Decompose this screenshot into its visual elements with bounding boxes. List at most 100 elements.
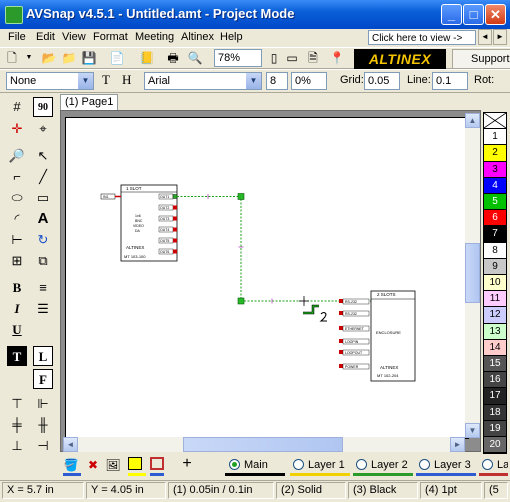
text-tool-icon[interactable]: A xyxy=(33,209,53,229)
menu-file[interactable]: File xyxy=(8,31,26,43)
device-mt103-100[interactable]: 1 SLOT IN1 1x6 BNC VIDEO DA ALTINEX MT 1… xyxy=(100,184,178,262)
scroll-left-icon[interactable]: ◄ xyxy=(63,437,78,452)
new-page-icon[interactable]: 📄 xyxy=(108,49,126,67)
layer1-radio[interactable]: Layer 1 xyxy=(293,459,345,471)
color-swatch[interactable] xyxy=(483,112,507,130)
color-swatch[interactable]: 13 xyxy=(484,323,506,340)
vertical-scrollbar[interactable]: ▲ ▼ xyxy=(465,113,480,438)
color-swatch[interactable]: 17 xyxy=(484,388,506,405)
device2-port-connector-4[interactable] xyxy=(339,339,343,343)
align-right-icon[interactable]: ⊣ xyxy=(33,436,53,456)
label-box-icon[interactable]: L xyxy=(33,346,53,366)
pin-icon[interactable]: 📍 xyxy=(328,49,346,67)
device2-port-connector-5[interactable] xyxy=(339,350,343,354)
align-center-icon[interactable]: ≡ xyxy=(33,278,53,298)
drawing-canvas[interactable]: 1 SLOT IN1 1x6 BNC VIDEO DA ALTINEX MT 1… xyxy=(60,110,481,452)
scroll-right-icon[interactable]: ► xyxy=(450,437,465,452)
color-swatch[interactable]: 5 xyxy=(484,194,506,211)
bold-icon[interactable]: B xyxy=(7,278,27,298)
device2-port-connector-6[interactable] xyxy=(339,364,343,368)
library-icon[interactable]: 📒 xyxy=(138,49,156,67)
horizontal-scrollbar[interactable]: ◄ ► xyxy=(63,437,465,452)
snap-point-icon[interactable]: ✛ xyxy=(7,119,27,139)
color-swatch[interactable]: 2 xyxy=(484,145,506,162)
color-swatch[interactable]: 8 xyxy=(484,242,506,259)
device1-output-connector-6[interactable] xyxy=(173,249,177,254)
text-tool-t[interactable]: T xyxy=(102,72,110,88)
color-swatch[interactable]: 10 xyxy=(484,275,506,292)
vertical-scroll-thumb[interactable] xyxy=(465,243,480,303)
fit-page-icon[interactable]: ▯ xyxy=(265,49,283,67)
rotate-90-icon[interactable]: 90 xyxy=(33,97,53,117)
align-justify-icon[interactable]: ☰ xyxy=(33,299,53,319)
view-link[interactable]: Click here to view -> xyxy=(368,30,476,45)
table-tool-icon[interactable]: ⊞ xyxy=(7,251,27,271)
minimize-button[interactable]: _ xyxy=(441,4,462,25)
paint-bucket-icon[interactable]: 🪣 xyxy=(62,456,80,474)
link-next-button[interactable]: ► xyxy=(493,29,507,45)
horizontal-scroll-thumb[interactable] xyxy=(183,437,343,452)
print-icon[interactable]: 🖶 xyxy=(164,49,182,67)
color-swatch[interactable]: 18 xyxy=(484,404,506,421)
select-arrow-icon[interactable]: ↖ xyxy=(33,146,53,166)
device1-output-connector-2[interactable] xyxy=(173,205,177,210)
menu-meeting[interactable]: Meeting xyxy=(135,31,174,43)
color-swatch[interactable]: 15 xyxy=(484,356,506,373)
menu-format[interactable]: Format xyxy=(93,31,128,43)
tab-page1[interactable]: (1) Page1 xyxy=(60,94,118,110)
font-select[interactable]: Arial ▼ xyxy=(144,72,262,90)
connection-path[interactable] xyxy=(177,196,371,302)
rotate-tool-icon[interactable]: ↻ xyxy=(33,230,53,250)
scroll-down-icon[interactable]: ▼ xyxy=(465,423,480,438)
color-swatch[interactable]: 1 xyxy=(484,129,506,146)
text-box-dark-icon[interactable]: T xyxy=(7,346,27,366)
fill-color-icon[interactable] xyxy=(128,457,142,470)
device1-output-connector-3[interactable] xyxy=(173,216,177,221)
support-button[interactable]: Support xyxy=(452,49,510,69)
layer-main-radio[interactable]: Main xyxy=(229,459,268,471)
layer4-radio[interactable]: La xyxy=(482,459,508,471)
print-preview-icon[interactable]: 🔍 xyxy=(186,49,204,67)
device2-port-connector-3[interactable] xyxy=(339,326,343,330)
device2-port-connector-1[interactable] xyxy=(339,299,343,303)
color-swatch[interactable]: 4 xyxy=(484,177,506,194)
color-swatch[interactable]: 16 xyxy=(484,372,506,389)
save-icon[interactable]: 💾 xyxy=(80,49,98,67)
color-swatch[interactable]: 7 xyxy=(484,226,506,243)
connection-node-1[interactable] xyxy=(237,193,245,200)
close-button[interactable]: ✕ xyxy=(485,4,506,25)
ellipse-tool-icon[interactable]: ⬭ xyxy=(7,188,27,208)
color-swatch[interactable]: 9 xyxy=(484,258,506,275)
connect-tool-icon[interactable]: ⌐ xyxy=(7,167,27,187)
connection-line[interactable] xyxy=(177,193,371,305)
layer2-radio[interactable]: Layer 2 xyxy=(356,459,408,471)
open-recent-icon[interactable]: 📁 xyxy=(60,49,78,67)
line-field[interactable]: 0.1 xyxy=(432,72,468,90)
lasso-icon[interactable]: ⌖ xyxy=(33,119,53,139)
rectangle-tool-icon[interactable]: ▭ xyxy=(33,188,53,208)
grid-field[interactable]: 0.05 xyxy=(364,72,400,90)
connection-node-2[interactable] xyxy=(237,297,245,305)
text-tool-h[interactable]: H xyxy=(122,72,131,88)
zoom-field[interactable]: 78% xyxy=(214,49,262,67)
style-select[interactable]: None ▼ xyxy=(6,72,94,90)
color-swatch[interactable]: 20 xyxy=(484,437,506,454)
device1-output-connector-5[interactable] xyxy=(173,238,177,243)
device1-output-connector-1[interactable] xyxy=(172,194,178,199)
device-mt102-204[interactable]: 2 SLOTS ENCLOSURE ALTINEX MT 102-204 RS-… xyxy=(339,290,416,382)
fit-width-icon[interactable]: ▭ xyxy=(283,49,301,67)
device1-output-connector-4[interactable] xyxy=(173,227,177,232)
dimension-tool-icon[interactable]: ⊢ xyxy=(7,230,27,250)
arc-tool-icon[interactable]: ◜ xyxy=(7,209,27,229)
device2-port-connector-2[interactable] xyxy=(339,311,343,315)
page-view-icon[interactable]: 🗎 xyxy=(304,49,322,67)
menu-help[interactable]: Help xyxy=(220,31,243,43)
align-middle-icon[interactable]: ╪ xyxy=(7,415,27,435)
align-bottom-icon[interactable]: ⊥ xyxy=(7,436,27,456)
underline-icon[interactable]: U xyxy=(7,320,27,340)
maximize-button[interactable]: □ xyxy=(463,4,484,25)
color-swatch[interactable]: 12 xyxy=(484,307,506,324)
zoom-tool-icon[interactable]: 🔎 xyxy=(7,146,27,166)
color-swatch[interactable]: 14 xyxy=(484,339,506,356)
group-tool-icon[interactable]: ⧉ xyxy=(33,251,53,271)
